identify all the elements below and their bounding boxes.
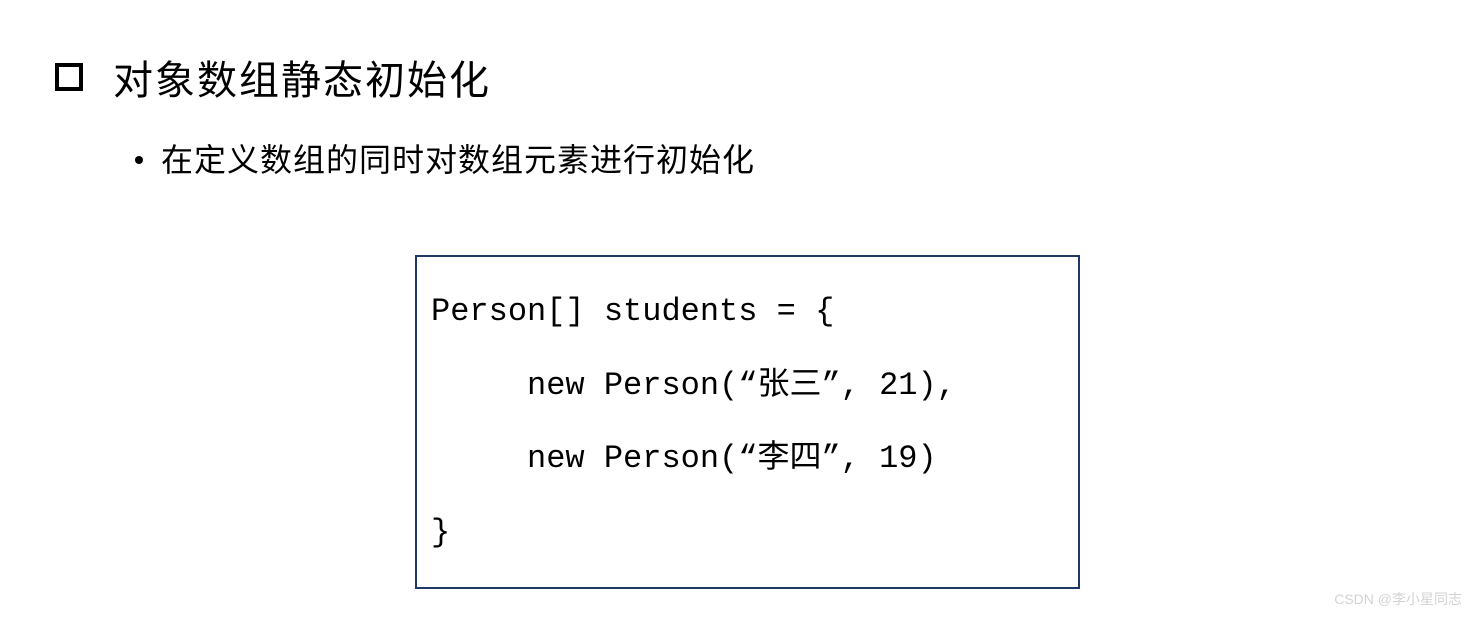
- dot-bullet-icon: [135, 156, 143, 164]
- heading-row: 对象数组静态初始化: [55, 48, 491, 106]
- subheading-text: 在定义数组的同时对数组元素进行初始化: [161, 135, 755, 181]
- subheading-row: 在定义数组的同时对数组元素进行初始化: [135, 135, 755, 181]
- square-bullet-icon: [55, 63, 83, 91]
- heading-text: 对象数组静态初始化: [113, 48, 491, 106]
- code-content: Person[] students = { new Person(“张三”, 2…: [431, 275, 1064, 569]
- code-line-3: new Person(“李四”, 19): [431, 440, 937, 477]
- code-example-box: Person[] students = { new Person(“张三”, 2…: [415, 255, 1080, 589]
- code-line-2: new Person(“张三”, 21),: [431, 367, 956, 404]
- code-line-4: }: [431, 514, 450, 551]
- watermark-text: CSDN @李小星同志: [1334, 589, 1462, 609]
- code-line-1: Person[] students = {: [431, 293, 834, 330]
